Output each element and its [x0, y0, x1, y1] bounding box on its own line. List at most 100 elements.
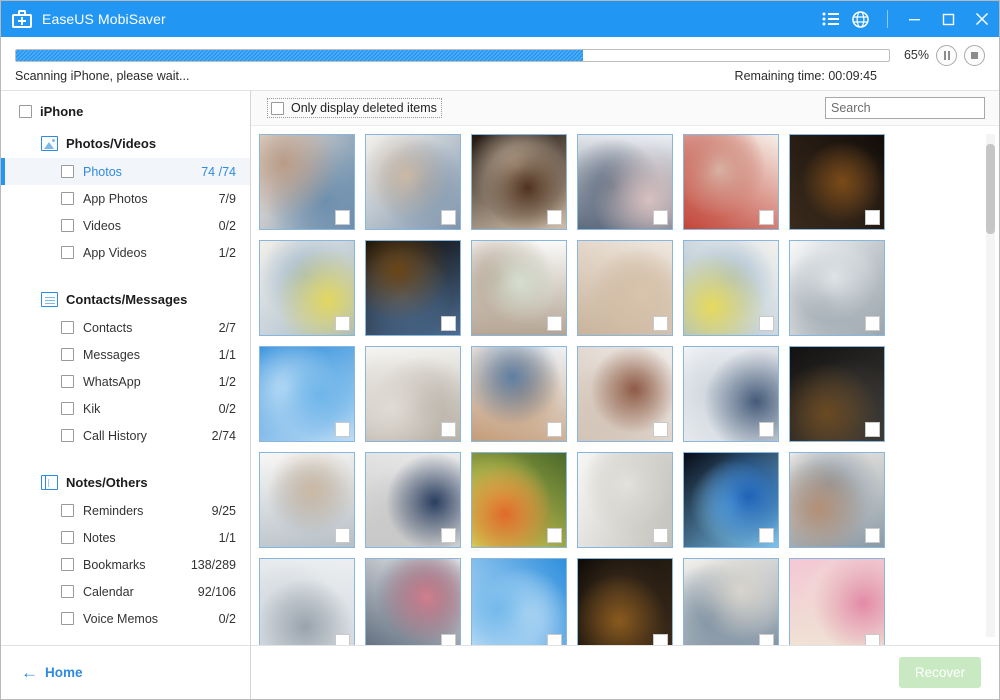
item-checkbox[interactable]	[61, 246, 74, 259]
minimize-button[interactable]	[897, 1, 931, 37]
thumbnail-item[interactable]	[683, 346, 779, 442]
thumbnail-checkbox[interactable]	[441, 316, 456, 331]
thumbnail-checkbox[interactable]	[335, 210, 350, 225]
thumbnail-item[interactable]	[577, 134, 673, 230]
sidebar-item-whatsapp[interactable]: WhatsApp 1/2	[1, 368, 250, 395]
thumbnail-item[interactable]	[471, 134, 567, 230]
sidebar-item-videos[interactable]: Videos 0/2	[1, 212, 250, 239]
home-link[interactable]: ← Home	[21, 664, 83, 681]
thumbnail-checkbox[interactable]	[441, 422, 456, 437]
iphone-checkbox[interactable]	[19, 104, 32, 118]
thumbnail-checkbox[interactable]	[653, 210, 668, 225]
thumbnail-checkbox[interactable]	[865, 210, 880, 225]
thumbnail-item[interactable]	[789, 134, 885, 230]
sidebar-item-bookmarks[interactable]: Bookmarks 138/289	[1, 551, 250, 578]
globe-icon[interactable]	[845, 1, 875, 37]
item-checkbox[interactable]	[61, 504, 74, 517]
thumbnail-item[interactable]	[683, 452, 779, 548]
thumbnail-checkbox[interactable]	[335, 528, 350, 543]
thumbnail-checkbox[interactable]	[547, 210, 562, 225]
sidebar-item-voice-memos[interactable]: Voice Memos 0/2	[1, 605, 250, 632]
search-input[interactable]	[831, 101, 979, 115]
thumbnail-checkbox[interactable]	[547, 634, 562, 645]
thumbnail-checkbox[interactable]	[441, 210, 456, 225]
thumbnail-checkbox[interactable]	[759, 422, 774, 437]
thumbnail-item[interactable]	[259, 346, 355, 442]
thumbnail-checkbox[interactable]	[865, 528, 880, 543]
thumbnail-checkbox[interactable]	[759, 316, 774, 331]
thumbnail-item[interactable]	[365, 134, 461, 230]
item-checkbox[interactable]	[61, 531, 74, 544]
close-button[interactable]	[965, 1, 999, 37]
thumbnail-checkbox[interactable]	[865, 634, 880, 645]
thumbnail-checkbox[interactable]	[653, 316, 668, 331]
thumbnail-item[interactable]	[789, 558, 885, 645]
item-checkbox[interactable]	[61, 219, 74, 232]
maximize-button[interactable]	[931, 1, 965, 37]
sidebar-item-iphone[interactable]: iPhone	[1, 98, 250, 124]
sidebar-item-app-photos[interactable]: App Photos 7/9	[1, 185, 250, 212]
thumbnail-item[interactable]	[471, 558, 567, 645]
item-checkbox[interactable]	[61, 348, 74, 361]
grid-scrollbar[interactable]	[986, 134, 995, 637]
thumbnail-checkbox[interactable]	[865, 316, 880, 331]
thumbnail-item[interactable]	[365, 240, 461, 336]
thumbnail-item[interactable]	[471, 240, 567, 336]
thumbnail-checkbox[interactable]	[335, 422, 350, 437]
thumbnail-item[interactable]	[259, 240, 355, 336]
sidebar-item-photos[interactable]: Photos 74 /74	[1, 158, 250, 185]
thumbnail-item[interactable]	[789, 240, 885, 336]
thumbnail-item[interactable]	[789, 346, 885, 442]
thumbnail-checkbox[interactable]	[865, 422, 880, 437]
item-checkbox[interactable]	[61, 429, 74, 442]
thumbnail-item[interactable]	[683, 558, 779, 645]
thumbnail-item[interactable]	[683, 134, 779, 230]
item-checkbox[interactable]	[61, 612, 74, 625]
grid-scrollbar-thumb[interactable]	[986, 144, 995, 234]
item-checkbox[interactable]	[61, 375, 74, 388]
thumbnail-item[interactable]	[577, 452, 673, 548]
thumbnail-item[interactable]	[577, 346, 673, 442]
thumbnail-checkbox[interactable]	[547, 316, 562, 331]
list-menu-icon[interactable]	[815, 1, 845, 37]
thumbnail-item[interactable]	[577, 240, 673, 336]
sidebar-group-photos-videos[interactable]: Photos/Videos	[1, 128, 250, 158]
sidebar-item-app-videos[interactable]: App Videos 1/2	[1, 239, 250, 266]
thumbnail-item[interactable]	[365, 346, 461, 442]
thumbnail-checkbox[interactable]	[441, 528, 456, 543]
thumbnail-item[interactable]	[683, 240, 779, 336]
item-checkbox[interactable]	[61, 192, 74, 205]
thumbnail-checkbox[interactable]	[335, 634, 350, 645]
sidebar-group-contacts-messages[interactable]: Contacts/Messages	[1, 284, 250, 314]
thumbnail-checkbox[interactable]	[653, 634, 668, 645]
only-deleted-checkbox[interactable]	[271, 101, 284, 115]
thumbnail-item[interactable]	[259, 452, 355, 548]
stop-scan-button[interactable]	[964, 44, 985, 66]
thumbnail-item[interactable]	[365, 452, 461, 548]
thumbnail-checkbox[interactable]	[441, 634, 456, 645]
item-checkbox[interactable]	[61, 402, 74, 415]
item-checkbox[interactable]	[61, 165, 74, 178]
sidebar-item-contacts[interactable]: Contacts 2/7	[1, 314, 250, 341]
thumbnail-item[interactable]	[365, 558, 461, 645]
pause-scan-button[interactable]	[936, 44, 957, 66]
thumbnail-item[interactable]	[259, 134, 355, 230]
thumbnail-checkbox[interactable]	[759, 634, 774, 645]
thumbnail-checkbox[interactable]	[547, 422, 562, 437]
thumbnail-item[interactable]	[577, 558, 673, 645]
sidebar-item-notes[interactable]: Notes 1/1	[1, 524, 250, 551]
thumbnail-checkbox[interactable]	[335, 316, 350, 331]
thumbnail-item[interactable]	[259, 558, 355, 645]
sidebar-item-messages[interactable]: Messages 1/1	[1, 341, 250, 368]
item-checkbox[interactable]	[61, 585, 74, 598]
sidebar-item-reminders[interactable]: Reminders 9/25	[1, 497, 250, 524]
thumbnail-checkbox[interactable]	[547, 528, 562, 543]
thumbnail-item[interactable]	[471, 346, 567, 442]
sidebar-item-call-history[interactable]: Call History 2/74	[1, 422, 250, 449]
recover-button[interactable]: Recover	[899, 657, 981, 688]
search-box[interactable]	[825, 97, 985, 119]
item-checkbox[interactable]	[61, 558, 74, 571]
sidebar-item-calendar[interactable]: Calendar 92/106	[1, 578, 250, 605]
sidebar-group-notes-others[interactable]: Notes/Others	[1, 467, 250, 497]
only-deleted-filter[interactable]: Only display deleted items	[267, 98, 442, 118]
